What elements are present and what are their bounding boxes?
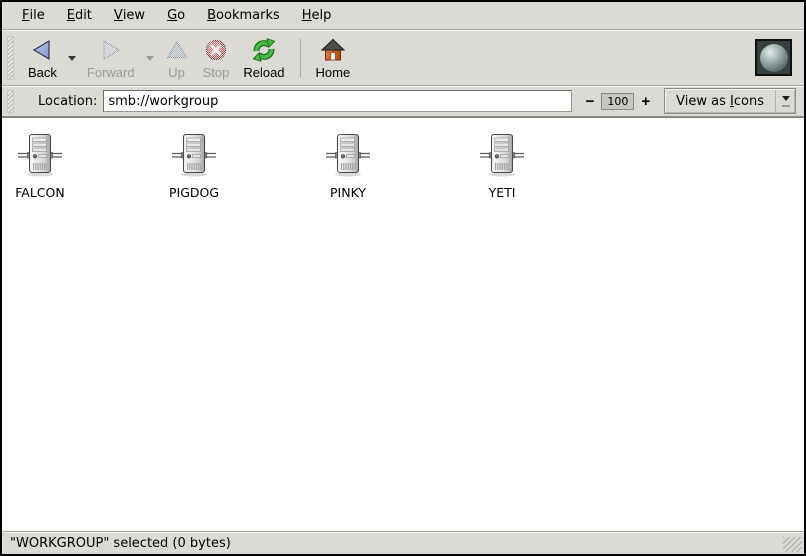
up-icon xyxy=(165,37,189,64)
home-icon xyxy=(321,37,345,64)
server-icon xyxy=(172,132,216,182)
back-icon xyxy=(30,37,54,64)
server-label: PINKY xyxy=(330,186,366,200)
server-label: PIGDOG xyxy=(169,186,219,200)
location-bar: Location: − 100 + View as Icons xyxy=(2,86,804,117)
server-item[interactable]: PIGDOG xyxy=(146,132,242,200)
reload-icon xyxy=(252,37,276,64)
chevron-down-icon xyxy=(146,56,154,65)
reload-button[interactable]: Reload xyxy=(236,34,291,82)
server-icon xyxy=(326,132,370,182)
stop-label: Stop xyxy=(203,65,230,80)
back-button[interactable]: Back xyxy=(21,34,64,82)
zoom-out-button[interactable]: − xyxy=(582,94,599,109)
toolbar: Back Forward xyxy=(2,30,804,86)
reload-label: Reload xyxy=(243,65,284,80)
icon-view[interactable]: FALCON PIGDOG xyxy=(2,117,804,531)
dropdown-arrow-icon xyxy=(776,96,795,107)
zoom-controls: − 100 + xyxy=(582,93,655,110)
server-item[interactable]: YETI xyxy=(454,132,550,200)
forward-icon xyxy=(99,37,123,64)
statusbar: "WORKGROUP" selected (0 bytes) xyxy=(2,531,804,554)
throbber xyxy=(755,39,792,76)
stop-button: Stop xyxy=(196,34,237,82)
file-manager-window: FileEditViewGoBookmarksHelp Back xyxy=(0,0,806,556)
zoom-in-button[interactable]: + xyxy=(637,94,654,109)
toolbar-separator xyxy=(300,39,301,77)
menu-bookmarks[interactable]: Bookmarks xyxy=(196,2,291,29)
location-bar-drag-handle[interactable] xyxy=(7,90,14,113)
server-item[interactable]: FALCON xyxy=(0,132,88,200)
server-icon xyxy=(480,132,524,182)
forward-label: Forward xyxy=(87,65,135,80)
view-as-dropdown[interactable]: View as Icons xyxy=(664,88,796,114)
back-label: Back xyxy=(28,65,57,80)
toolbar-drag-handle[interactable] xyxy=(7,36,14,80)
forward-history-dropdown xyxy=(142,36,158,80)
throbber-sphere-icon xyxy=(760,44,788,72)
location-input[interactable] xyxy=(103,90,571,112)
up-label: Up xyxy=(168,65,185,80)
server-icon xyxy=(18,132,62,182)
up-button: Up xyxy=(158,34,196,82)
menu-view[interactable]: View xyxy=(103,2,156,29)
menu-help[interactable]: Help xyxy=(291,2,343,29)
home-button[interactable]: Home xyxy=(309,34,358,82)
menu-file[interactable]: File xyxy=(11,2,56,29)
resize-grip[interactable] xyxy=(783,537,802,552)
status-text: "WORKGROUP" selected (0 bytes) xyxy=(10,536,231,551)
view-as-label: View as Icons xyxy=(665,94,775,109)
server-item[interactable]: PINKY xyxy=(300,132,396,200)
location-label: Location: xyxy=(38,94,97,109)
chevron-down-icon xyxy=(68,56,76,65)
stop-icon xyxy=(204,37,228,64)
menu-edit[interactable]: Edit xyxy=(56,2,103,29)
back-history-dropdown[interactable] xyxy=(64,36,80,80)
menu-go[interactable]: Go xyxy=(156,2,196,29)
server-label: YETI xyxy=(489,186,516,200)
server-label: FALCON xyxy=(15,186,64,200)
forward-button: Forward xyxy=(80,34,142,82)
home-label: Home xyxy=(316,65,351,80)
zoom-level-indicator[interactable]: 100 xyxy=(601,93,634,110)
menubar: FileEditViewGoBookmarksHelp xyxy=(2,2,804,30)
